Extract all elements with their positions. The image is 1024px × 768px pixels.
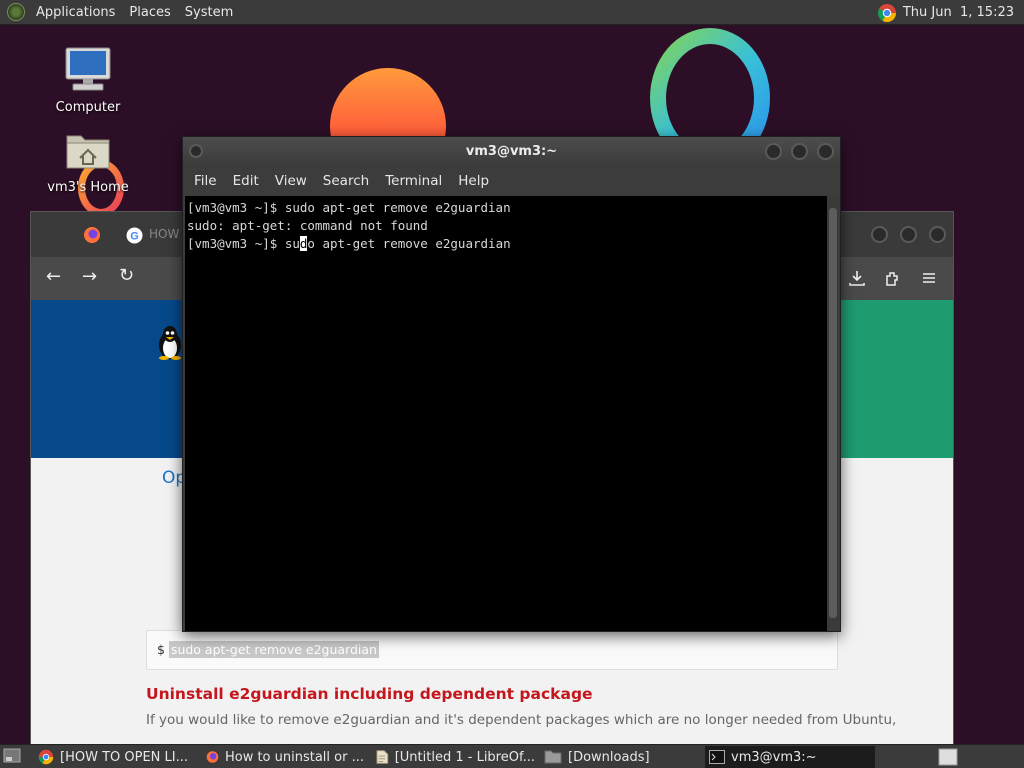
browser-tab-title[interactable]: HOW [149, 227, 179, 241]
places-menu[interactable]: Places [122, 0, 177, 25]
page-hero-banner [31, 300, 191, 458]
computer-icon [65, 47, 111, 91]
terminal-title: vm3@vm3:~ [465, 144, 558, 159]
menu-search[interactable]: Search [315, 173, 377, 189]
taskbar: [HOW TO OPEN LI... How to uninstall or .… [0, 744, 1024, 768]
terminal-output[interactable]: [vm3@vm3 ~]$ sudo apt-get remove e2guard… [185, 196, 827, 631]
terminal-titlebar[interactable]: vm3@vm3:~ [183, 137, 840, 167]
input-after-cursor: o apt-get remove e2guardian [307, 236, 511, 251]
svg-text:G: G [130, 231, 139, 243]
minimize-icon[interactable] [871, 226, 888, 243]
system-menu[interactable]: System [178, 0, 240, 25]
chrome-icon [38, 749, 54, 765]
desktop-icon-home[interactable]: vm3's Home [43, 128, 133, 195]
window-menu-icon[interactable] [189, 144, 203, 158]
menu-view[interactable]: View [267, 173, 315, 189]
task-label: [Downloads] [568, 749, 650, 765]
terminal-icon [709, 750, 725, 764]
reload-icon[interactable]: ↻ [119, 265, 134, 286]
panel-status-area: Thu Jun 1, 15:23 [877, 0, 1014, 25]
task-chrome[interactable]: [HOW TO OPEN LI... [34, 746, 194, 768]
tux-penguin-icon [159, 326, 181, 360]
section-paragraph: If you would like to remove e2guardian a… [146, 712, 897, 728]
distro-logo-icon[interactable] [7, 3, 25, 21]
task-label: [Untitled 1 - LibreOf... [394, 749, 535, 765]
downloads-icon[interactable] [848, 269, 866, 287]
google-icon[interactable]: G [126, 227, 143, 244]
clock[interactable]: Thu Jun 1, 15:23 [903, 5, 1014, 20]
terminal-line: [vm3@vm3 ~]$ sudo apt-get remove e2guard… [187, 200, 511, 215]
task-libreoffice[interactable]: [Untitled 1 - LibreOf... [372, 746, 535, 768]
menu-help[interactable]: Help [450, 173, 497, 189]
close-icon[interactable] [817, 143, 834, 160]
task-firefox[interactable]: How to uninstall or ... [202, 746, 364, 768]
firefox-icon [206, 751, 219, 763]
terminal-scrollbar[interactable] [827, 196, 839, 631]
home-folder-icon [66, 135, 110, 169]
top-panel: Applications Places System Thu Jun 1, 15… [0, 0, 1024, 25]
applications-menu[interactable]: Applications [29, 0, 122, 25]
desktop-icon-label: Computer [55, 100, 121, 115]
task-file-manager[interactable]: [Downloads] [540, 746, 700, 768]
task-terminal[interactable]: vm3@vm3:~ [705, 746, 875, 768]
menu-terminal[interactable]: Terminal [377, 173, 450, 189]
chrome-icon[interactable] [877, 3, 897, 23]
desktop-icon-label: vm3's Home [47, 180, 129, 195]
hamburger-menu-icon[interactable] [920, 269, 938, 287]
folder-icon [544, 750, 562, 764]
task-label: vm3@vm3:~ [731, 749, 817, 765]
input-before-cursor: [vm3@vm3 ~]$ su [187, 236, 300, 251]
terminal-menubar: File Edit View Search Terminal Help [183, 167, 840, 195]
workspace-switcher-icon[interactable] [938, 748, 958, 766]
task-label: How to uninstall or ... [224, 749, 364, 765]
section-heading: Uninstall e2guardian including dependent… [146, 685, 593, 703]
firefox-icon[interactable] [83, 226, 101, 244]
menu-edit[interactable]: Edit [225, 173, 267, 189]
command-box: $ sudo apt-get remove e2guardian [146, 630, 838, 670]
panel-menu: Applications Places System [0, 0, 240, 24]
back-arrow-icon[interactable]: ← [46, 266, 61, 287]
extensions-icon[interactable] [884, 269, 902, 287]
menu-file[interactable]: File [186, 173, 225, 189]
libreoffice-icon [376, 750, 389, 764]
maximize-icon[interactable] [791, 143, 808, 160]
close-icon[interactable] [929, 226, 946, 243]
task-label: [HOW TO OPEN LI... [60, 749, 188, 765]
command-prompt: $ [157, 642, 165, 657]
terminal-window[interactable]: vm3@vm3:~ File Edit View Search Terminal… [182, 136, 841, 632]
forward-arrow-icon[interactable]: → [82, 266, 97, 287]
show-desktop-icon[interactable] [3, 748, 21, 765]
command-text-selected[interactable]: sudo apt-get remove e2guardian [168, 641, 379, 658]
desktop-icon-computer[interactable]: Computer [43, 46, 133, 115]
terminal-line: sudo: apt-get: command not found [187, 218, 428, 233]
terminal-input-line[interactable]: [vm3@vm3 ~]$ sudo apt-get remove e2guard… [187, 235, 827, 253]
maximize-icon[interactable] [900, 226, 917, 243]
minimize-icon[interactable] [765, 143, 782, 160]
scrollbar-thumb[interactable] [829, 208, 837, 618]
page-hero-banner-right [837, 300, 953, 458]
